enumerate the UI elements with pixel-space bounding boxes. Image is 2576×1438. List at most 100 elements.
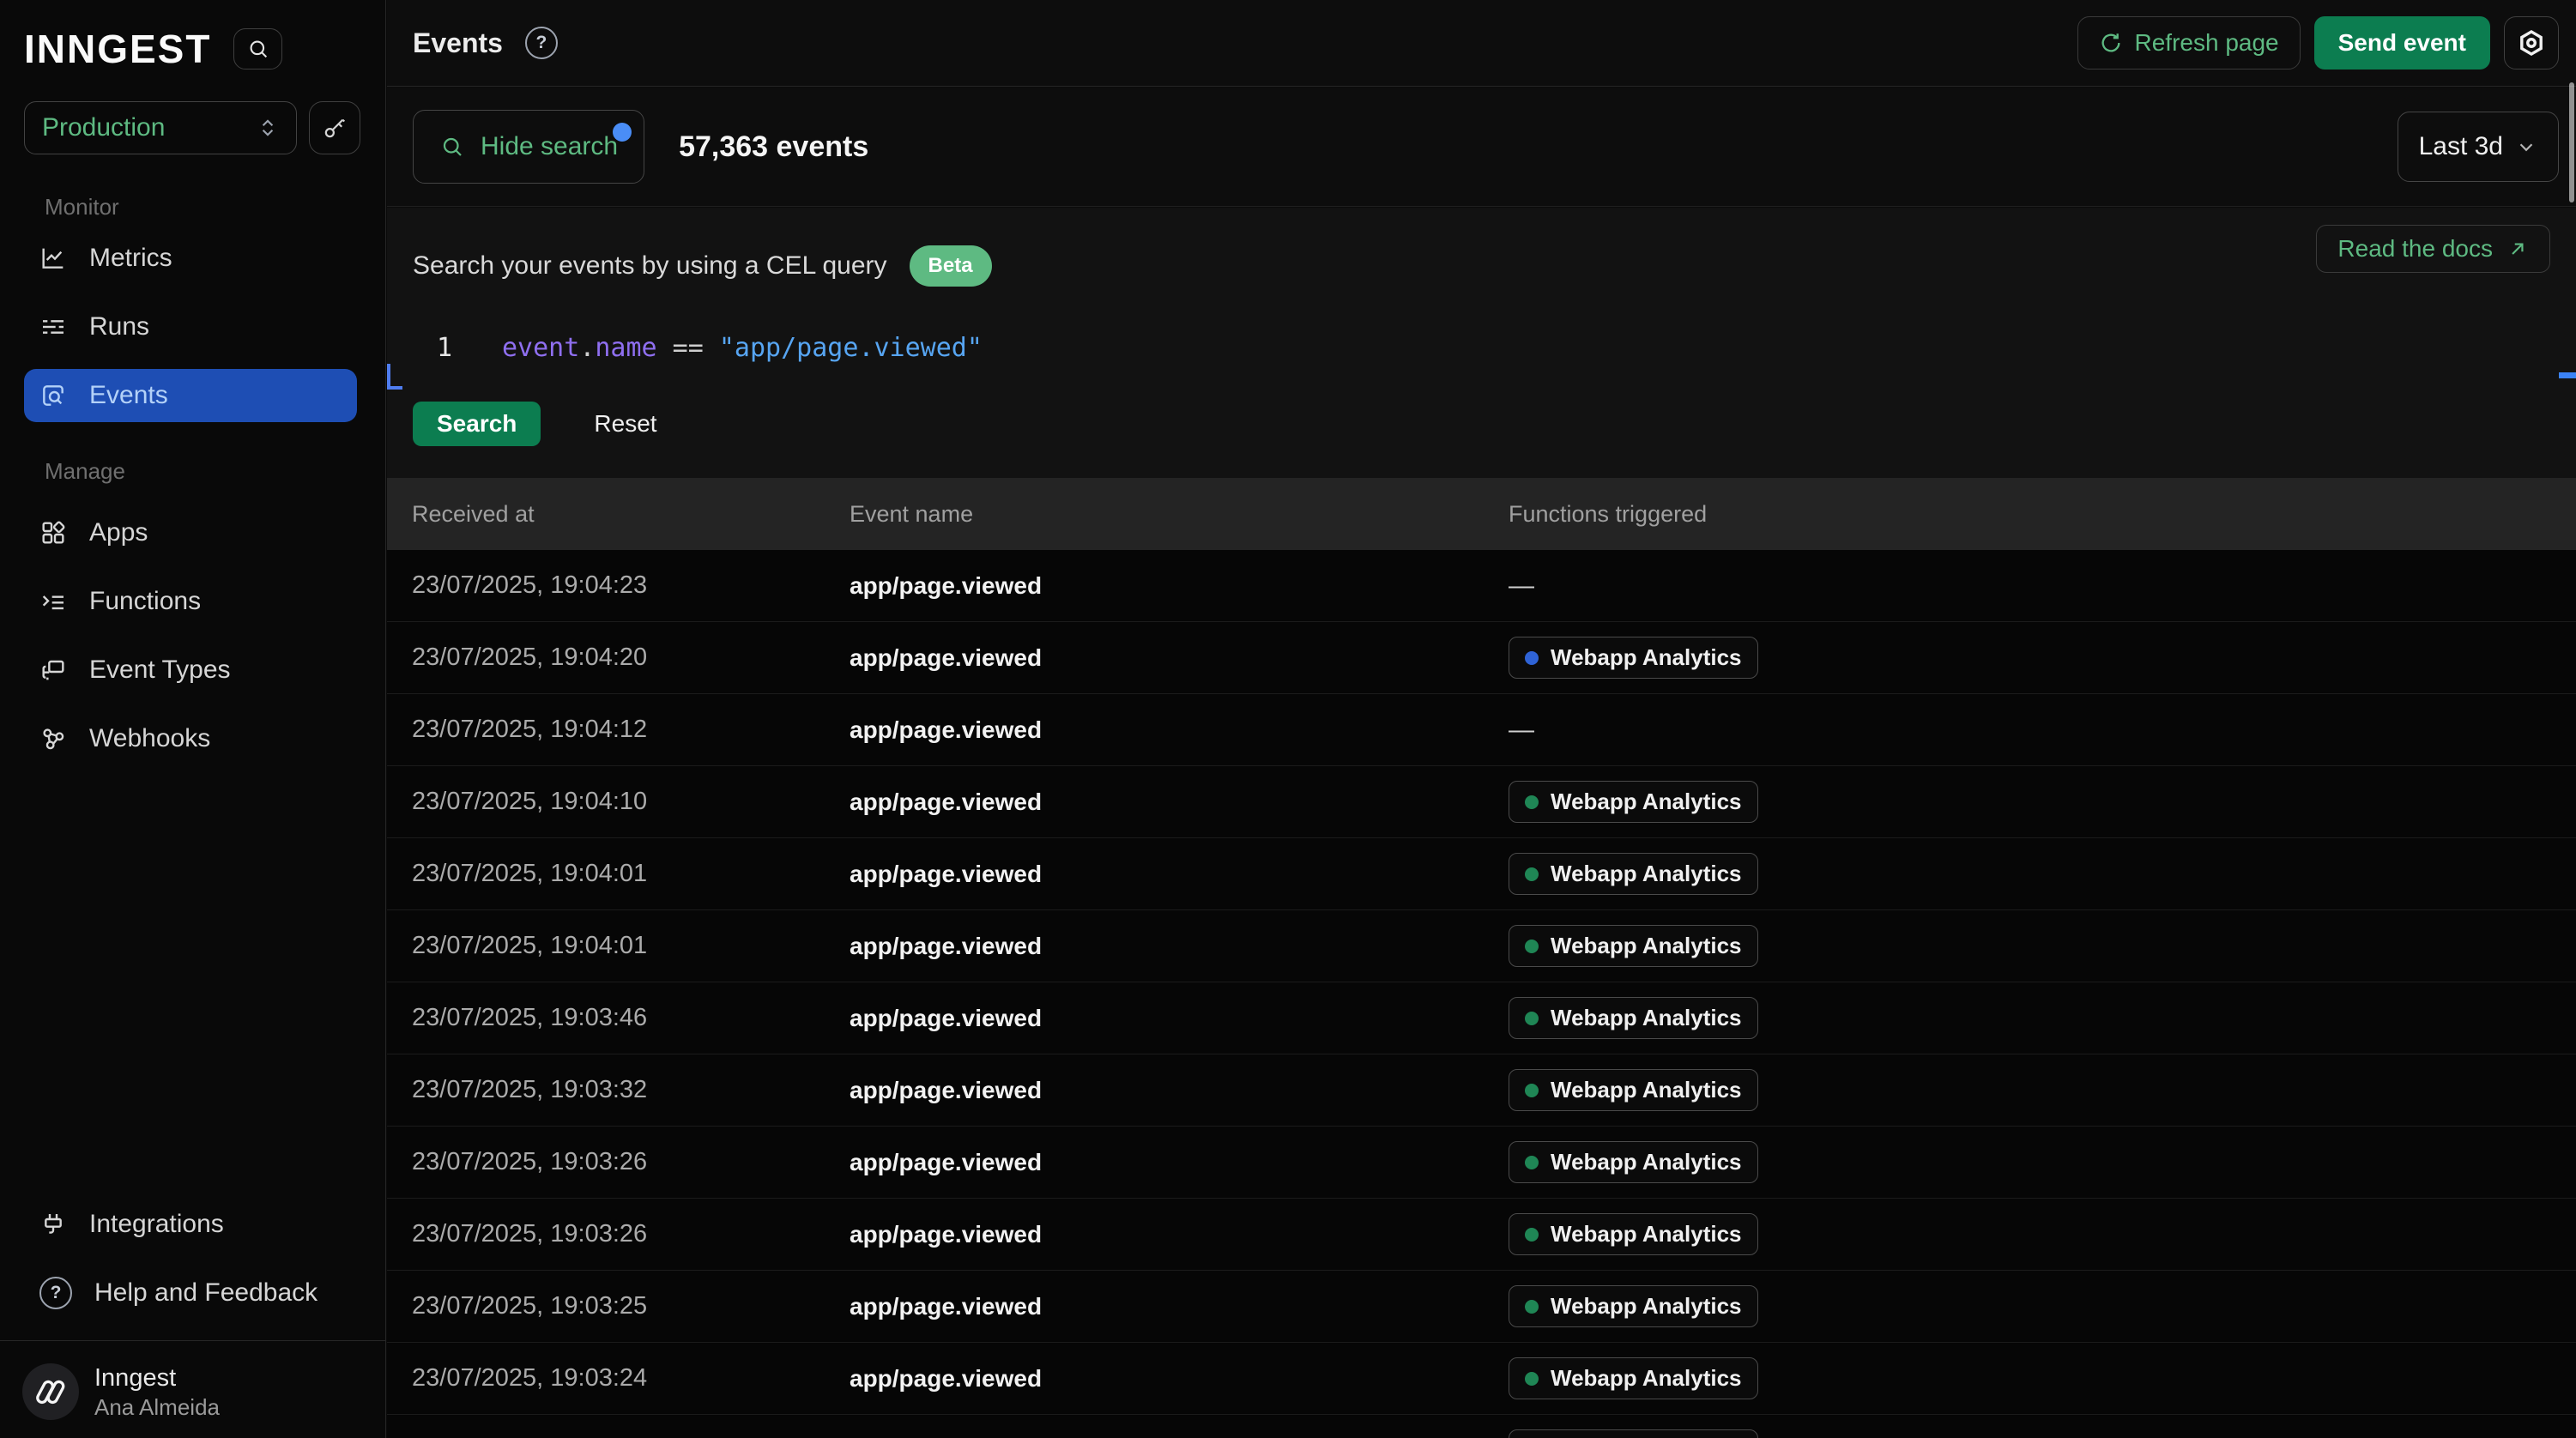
event-row[interactable]: 23/07/2025, 19:04:01 app/page.viewed Web… xyxy=(387,910,2576,982)
sidebar-item-event-types[interactable]: Event Types xyxy=(24,643,357,697)
functions-cell: Webapp Analytics xyxy=(1509,853,2576,895)
functions-cell: Webapp Analytics xyxy=(1509,1213,2576,1255)
line-number: 1 xyxy=(437,333,452,363)
reset-button-label: Reset xyxy=(594,410,656,437)
function-badge-label: Webapp Analytics xyxy=(1551,861,1742,887)
functions-cell: Webapp Analytics xyxy=(1509,925,2576,967)
profile-org: Inngest xyxy=(94,1362,220,1393)
function-badge-label: Webapp Analytics xyxy=(1551,1077,1742,1103)
function-badge[interactable]: Webapp Analytics xyxy=(1509,1357,1758,1399)
status-dot xyxy=(1525,1300,1539,1314)
hide-search-label: Hide search xyxy=(481,132,618,161)
event-name-cell: app/page.viewed xyxy=(850,861,1509,888)
sidebar-item-help-and-feedback[interactable]: ? Help and Feedback xyxy=(24,1266,357,1320)
help-icon: ? xyxy=(39,1277,72,1309)
event-row[interactable]: 23/07/2025, 19:04:12 app/page.viewed — xyxy=(387,694,2576,766)
function-badge[interactable]: Webapp Analytics xyxy=(1509,1069,1758,1111)
event-row[interactable]: 23/07/2025, 19:03:46 app/page.viewed Web… xyxy=(387,982,2576,1054)
beta-badge: Beta xyxy=(910,245,992,287)
function-badge[interactable]: Webapp Analytics xyxy=(1509,997,1758,1039)
event-row[interactable]: 23/07/2025, 19:04:01 app/page.viewed Web… xyxy=(387,838,2576,910)
sidebar-item-runs[interactable]: Runs xyxy=(24,300,357,353)
sidebar-item-apps[interactable]: Apps xyxy=(24,506,357,559)
read-the-docs-button[interactable]: Read the docs xyxy=(2316,225,2550,273)
column-event-name: Event name xyxy=(850,501,1509,528)
function-badge[interactable]: Webapp Analytics xyxy=(1509,853,1758,895)
event-row[interactable]: 23/07/2025, 19:03:25 app/page.viewed Web… xyxy=(387,1271,2576,1343)
editor-overview-ruler-mark xyxy=(2559,372,2576,378)
functions-cell: Webapp Analytics xyxy=(1509,637,2576,679)
sidebar: INNGEST Production Monitor xyxy=(0,0,386,1438)
sidebar-item-integrations[interactable]: Integrations xyxy=(24,1198,357,1251)
function-badge[interactable]: Webapp Analytics xyxy=(1509,781,1758,823)
event-name-cell: app/page.viewed xyxy=(850,1293,1509,1320)
inngest-logo: INNGEST xyxy=(24,26,211,72)
function-badge[interactable]: Webapp Analytics xyxy=(1509,1429,1758,1438)
page-help-icon[interactable]: ? xyxy=(525,27,558,59)
cel-query-text: event.name == "app/page.viewed" xyxy=(502,333,983,363)
search-button[interactable]: Search xyxy=(413,402,541,446)
refresh-icon xyxy=(2099,31,2123,55)
event-keys-button[interactable] xyxy=(309,101,360,154)
vertical-scrollbar[interactable] xyxy=(2569,82,2574,202)
search-icon xyxy=(439,134,465,160)
function-badge[interactable]: Webapp Analytics xyxy=(1509,1141,1758,1183)
event-row[interactable]: 23/07/2025, 19:03:32 app/page.viewed Web… xyxy=(387,1054,2576,1127)
received-at-cell: 23/07/2025, 19:03:24 xyxy=(412,1364,850,1393)
event-name-cell: app/page.viewed xyxy=(850,788,1509,816)
send-event-label: Send event xyxy=(2338,29,2466,57)
sidebar-item-webhooks[interactable]: Webhooks xyxy=(24,712,357,765)
global-search-button[interactable] xyxy=(233,28,282,69)
environment-selector[interactable]: Production xyxy=(24,101,297,154)
sidebar-item-label: Integrations xyxy=(89,1210,224,1239)
sidebar-item-events[interactable]: Events xyxy=(24,369,357,422)
cel-query-editor[interactable]: 1 event.name == "app/page.viewed" xyxy=(387,333,2576,374)
reset-button[interactable]: Reset xyxy=(594,410,656,438)
status-dot xyxy=(1525,1372,1539,1386)
function-badge[interactable]: Webapp Analytics xyxy=(1509,637,1758,679)
settings-gear-icon xyxy=(2517,28,2546,57)
column-received-at: Received at xyxy=(412,501,850,528)
sidebar-item-metrics[interactable]: Metrics xyxy=(24,232,357,285)
functions-cell: Webapp Analytics xyxy=(1509,1141,2576,1183)
function-badge-label: Webapp Analytics xyxy=(1551,1005,1742,1031)
events-toolbar: Hide search 57,363 events Last 3d xyxy=(387,88,2576,207)
event-row[interactable]: 23/07/2025, 19:03:24 app/page.viewed Web… xyxy=(387,1343,2576,1415)
search-icon xyxy=(246,37,270,61)
chevron-up-down-icon xyxy=(257,117,279,139)
refresh-page-label: Refresh page xyxy=(2135,29,2279,57)
event-row[interactable]: 23/07/2025, 19:04:23 app/page.viewed — xyxy=(387,550,2576,622)
event-row[interactable]: 23/07/2025, 19:03:26 app/page.viewed Web… xyxy=(387,1127,2576,1199)
function-badge[interactable]: Webapp Analytics xyxy=(1509,1285,1758,1327)
event-row[interactable]: 23/07/2025, 19:04:10 app/page.viewed Web… xyxy=(387,766,2576,838)
code-token-property: name xyxy=(595,333,656,363)
time-range-select[interactable]: Last 3d xyxy=(2398,112,2559,182)
function-badge-label: Webapp Analytics xyxy=(1551,788,1742,815)
sidebar-item-functions[interactable]: Functions xyxy=(24,575,357,628)
functions-cell: — xyxy=(1509,716,2576,745)
event-row[interactable]: 23/07/2025, 19:03:23 app/page.viewed Web… xyxy=(387,1415,2576,1438)
function-badge[interactable]: Webapp Analytics xyxy=(1509,925,1758,967)
refresh-page-button[interactable]: Refresh page xyxy=(2077,16,2301,69)
event-row[interactable]: 23/07/2025, 19:04:20 app/page.viewed Web… xyxy=(387,622,2576,694)
time-range-value: Last 3d xyxy=(2419,132,2503,161)
event-row[interactable]: 23/07/2025, 19:03:26 app/page.viewed Web… xyxy=(387,1199,2576,1271)
external-link-icon xyxy=(2506,238,2529,260)
code-token-string: "app/page.viewed" xyxy=(719,333,983,363)
event-name-cell: app/page.viewed xyxy=(850,716,1509,744)
profile-menu[interactable]: Inngest Ana Almeida xyxy=(22,1362,220,1422)
received-at-cell: 23/07/2025, 19:03:46 xyxy=(412,1004,850,1032)
functions-cell: Webapp Analytics xyxy=(1509,1357,2576,1399)
page-header: Events ? Refresh page Send event xyxy=(387,0,2576,87)
functions-cell: Webapp Analytics xyxy=(1509,997,2576,1039)
settings-button[interactable] xyxy=(2504,16,2559,69)
section-label-manage: Manage xyxy=(45,458,125,485)
function-badge[interactable]: Webapp Analytics xyxy=(1509,1213,1758,1255)
sidebar-item-label: Webhooks xyxy=(89,724,210,753)
event-name-cell: app/page.viewed xyxy=(850,1005,1509,1032)
hide-search-button[interactable]: Hide search xyxy=(413,110,644,184)
no-functions-dash: — xyxy=(1509,716,1534,744)
event-types-icon xyxy=(39,656,67,684)
send-event-button[interactable]: Send event xyxy=(2314,16,2490,69)
status-dot xyxy=(1525,940,1539,953)
